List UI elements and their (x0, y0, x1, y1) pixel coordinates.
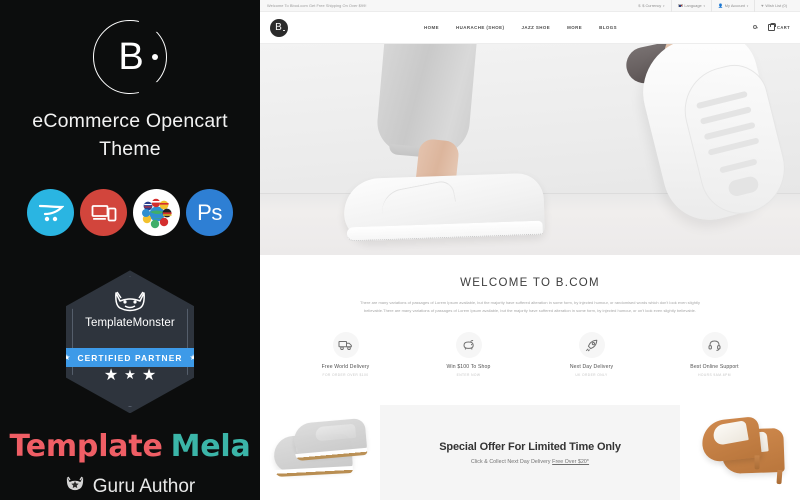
my-account-menu[interactable]: 👤 My Account ▾ (710, 0, 754, 12)
welcome-paragraph: There are many variations of passages of… (360, 300, 700, 314)
brand-dot-shape (152, 54, 158, 60)
currency-icon: $ (638, 2, 641, 8)
chevron-down-icon: ▾ (663, 3, 665, 8)
brand-logo-icon: B (93, 20, 167, 94)
heel-shoe-front (700, 416, 762, 463)
special-offer-banner[interactable]: Special Offer For Limited Time Only Clic… (260, 405, 800, 500)
templatemonster-name: TemplateMonster (85, 317, 175, 330)
offer-subtitle: Click & Collect Next Day Delivery Free O… (471, 459, 589, 465)
website-preview: Welcome To Bbod.com Get Free Shipping On… (260, 0, 800, 500)
service-free-world-delivery: Free World Delivery For Order Over $100 (284, 332, 407, 377)
template-mela-wordmark: Template Mela (9, 429, 250, 464)
service-subtitle: Hours 9AM-6PM (698, 373, 731, 378)
offer-subtitle-link[interactable]: Free Over $20* (552, 459, 589, 465)
cart-icon (768, 22, 776, 32)
offer-subtitle-plain: Click & Collect Next Day Delivery (470, 458, 553, 465)
site-header: B HOME HUARACHE (SHOE) JAZZ SHOE MORE BL… (260, 12, 800, 44)
promo-title: eCommerce Opencart Theme (13, 108, 248, 163)
chevron-down-icon: ▾ (746, 3, 749, 8)
chevron-down-icon: ▾ (703, 3, 705, 8)
cart-label: CART (777, 25, 790, 30)
my-account-label: My Account (724, 2, 745, 8)
header-actions: CART (753, 22, 790, 32)
hero-sneaker-front (342, 172, 546, 242)
certified-partner-label: CERTIFIED PARTNER (77, 352, 183, 363)
piggy-bank-icon (455, 332, 482, 359)
delivery-truck-icon (332, 332, 359, 359)
service-next-day-delivery: Next Day Delivery UK Order Only (530, 332, 653, 377)
flag-icon (677, 3, 683, 8)
badge-star-1: ★ (103, 367, 119, 385)
service-subtitle: For Order Over $100 (322, 373, 369, 378)
wish-list-link[interactable]: ♥ Wish List (0) (754, 0, 793, 12)
site-logo-letter: B (275, 21, 282, 33)
nav-home[interactable]: HOME (424, 25, 439, 30)
badge-star-3: ★ (141, 367, 157, 385)
rocket-icon (578, 332, 605, 359)
boat-shoes-product-image (260, 405, 380, 500)
photoshop-icon: Ps (186, 189, 233, 237)
search-icon[interactable] (753, 24, 759, 31)
site-logo[interactable]: B (270, 18, 288, 37)
hero-banner-image[interactable] (260, 44, 800, 255)
guru-shield-icon (65, 474, 85, 499)
wordmark-mela: Mela (170, 429, 251, 465)
boat-shoe-front (292, 417, 368, 458)
site-logo-dot (283, 29, 285, 32)
nav-huarache-shoe[interactable]: HUARACHE (SHOE) (456, 25, 504, 30)
nav-jazz-shoe[interactable]: JAZZ SHOE (521, 25, 550, 30)
heart-icon: ♥ (761, 2, 764, 8)
language-selector[interactable]: Language ▾ (670, 0, 711, 12)
nav-blogs[interactable]: BLOGS (599, 25, 617, 30)
announcement-text: Welcome To Bbod.com Get Free Shipping On… (267, 3, 367, 8)
service-title: Win $100 To Shop (446, 364, 491, 371)
offer-text-block: Special Offer For Limited Time Only Clic… (380, 405, 680, 500)
promo-title-line1: eCommerce Opencart (32, 110, 228, 132)
opencart-icon (27, 189, 74, 237)
currency-selector[interactable]: $ $ Currency ▾ (632, 0, 670, 12)
promo-panel: B eCommerce Opencart Theme Ps TemplateMo… (0, 0, 260, 500)
service-subtitle: Enter Now (456, 373, 481, 378)
promo-title-line2: Theme (99, 137, 161, 160)
multilanguage-flags-icon (133, 189, 180, 237)
badge-star-row: ★ ★ ★ (66, 365, 194, 385)
service-best-online-support: Best Online Support Hours 9AM-6PM (653, 332, 776, 377)
cart-button[interactable]: CART (768, 22, 790, 32)
heels-product-image (680, 405, 800, 500)
feature-icon-row: Ps (27, 189, 233, 237)
photoshop-label: Ps (197, 199, 222, 225)
service-title: Free World Delivery (321, 364, 370, 371)
main-navigation: HOME HUARACHE (SHOE) JAZZ SHOE MORE BLOG… (288, 25, 753, 30)
service-features-row: Free World Delivery For Order Over $100 … (260, 332, 800, 377)
responsive-devices-icon (80, 189, 127, 237)
guru-author-row: Guru Author (65, 474, 195, 499)
welcome-heading: WELCOME TO B.COM (460, 277, 600, 289)
templatemonster-badge: TemplateMonster ★ ★ ★ ★ CERTIFIED PARTNE… (0, 270, 260, 499)
service-subtitle: UK Order Only (575, 373, 608, 378)
guru-author-label: Guru Author (92, 475, 196, 497)
promo-header: B eCommerce Opencart Theme Ps (0, 0, 260, 237)
language-label: Language (684, 2, 702, 8)
certified-partner-ribbon: ★ CERTIFIED PARTNER ★ (63, 348, 197, 368)
offer-heading: Special Offer For Limited Time Only (439, 440, 621, 453)
service-title: Best Online Support (690, 364, 739, 371)
badge-star-2: ★ (124, 367, 136, 383)
nav-more[interactable]: MORE (567, 25, 582, 30)
monster-cat-icon (113, 289, 147, 313)
service-win-to-shop: Win $100 To Shop Enter Now (407, 332, 530, 377)
service-title: Next Day Delivery (569, 364, 614, 371)
welcome-section: WELCOME TO B.COM There are many variatio… (260, 255, 800, 316)
ribbon-star-right: ★ (189, 353, 197, 363)
headset-icon (701, 332, 728, 359)
user-icon: 👤 (717, 2, 723, 8)
screenshot-root: B eCommerce Opencart Theme Ps TemplateMo… (0, 0, 800, 500)
currency-label: $ Currency (642, 2, 662, 8)
topbar-utility-menu: $ $ Currency ▾ Language ▾ 👤 My Account ▾… (632, 0, 793, 12)
wordmark-template: Template (9, 429, 163, 465)
wish-list-label: Wish List (0) (765, 2, 787, 8)
ribbon-star-left: ★ (63, 353, 71, 363)
badge-hexagon: TemplateMonster ★ ★ ★ ★ CERTIFIED PARTNE… (66, 270, 194, 414)
site-topbar: Welcome To Bbod.com Get Free Shipping On… (260, 0, 800, 12)
